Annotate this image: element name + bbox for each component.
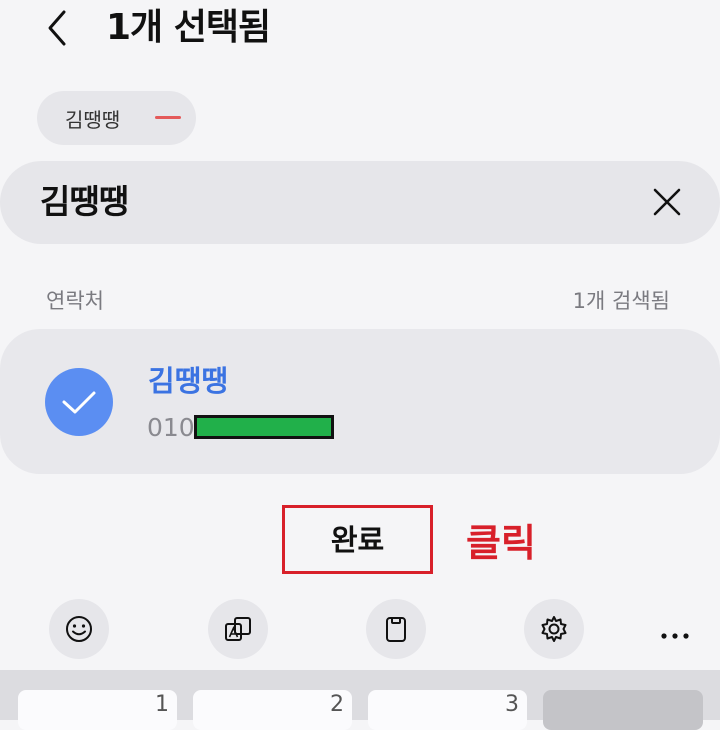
back-icon[interactable] xyxy=(38,8,78,48)
key-1[interactable]: 1 xyxy=(18,690,177,730)
close-icon[interactable] xyxy=(650,185,684,219)
contact-phone: 010 xyxy=(147,413,195,442)
chip-label: 김땡땡 xyxy=(65,107,121,132)
emoji-icon xyxy=(66,616,92,642)
section-label: 연락처 xyxy=(46,289,104,313)
key-2[interactable]: 2 xyxy=(193,690,352,730)
done-button-label: 완료 xyxy=(330,523,385,557)
click-annotation: 클릭 xyxy=(466,521,536,565)
search-input[interactable]: 김땡땡 xyxy=(40,181,129,223)
result-count: 1개 검색됨 xyxy=(572,289,670,313)
keyboard: 1 2 3 xyxy=(0,670,720,730)
clipboard-icon xyxy=(386,617,406,642)
key-3[interactable]: 3 xyxy=(368,690,527,730)
clipboard-button[interactable] xyxy=(366,599,426,659)
settings-button[interactable] xyxy=(524,599,584,659)
contact-name: 김땡땡 xyxy=(148,364,229,398)
done-button[interactable]: 완료 xyxy=(282,505,433,574)
selected-contact-chip[interactable]: 김땡땡 xyxy=(37,91,196,145)
contact-list-item[interactable]: 김땡땡 010 xyxy=(0,329,720,474)
gear-icon xyxy=(541,616,567,642)
selected-checkmark-avatar xyxy=(45,368,113,436)
check-icon xyxy=(62,391,96,414)
key-label: 2 xyxy=(330,692,344,717)
backspace-key[interactable] xyxy=(543,690,703,730)
emoji-button[interactable] xyxy=(49,599,109,659)
search-field[interactable]: 김땡땡 xyxy=(0,161,720,244)
redacted-phone-bar xyxy=(194,415,334,439)
remove-chip-icon[interactable] xyxy=(155,116,181,119)
translate-icon xyxy=(225,617,251,641)
translate-button[interactable] xyxy=(208,599,268,659)
more-icon[interactable] xyxy=(660,625,690,639)
key-label: 3 xyxy=(505,692,519,717)
key-label: 1 xyxy=(155,692,169,717)
page-title: 1개 선택됨 xyxy=(106,7,271,48)
